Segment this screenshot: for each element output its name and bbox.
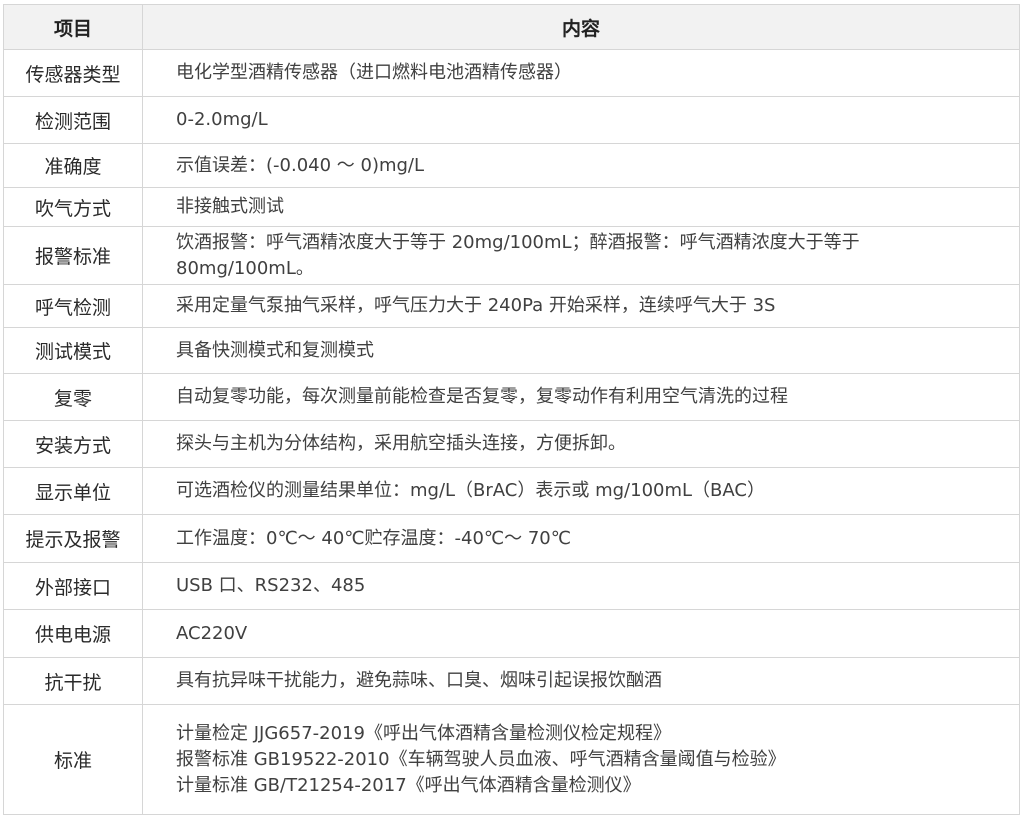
row-content: 饮酒报警：呼气酒精浓度大于等于 20mg/100mL；醉酒报警：呼气酒精浓度大于… [142,226,1020,285]
table-row: 吹气方式 非接触式测试 [3,187,1020,227]
row-item-label: 测试模式 [3,327,143,374]
row-content-line: 非接触式测试 [176,196,284,217]
row-content-line: 计量检定 JJG657-2019《呼出气体酒精含量检测仪检定规程》 [176,722,671,744]
row-content-line: 80mg/100mL。 [176,257,314,279]
row-content-line: 电化学型酒精传感器（进口燃料电池酒精传感器） [176,62,572,83]
row-content-line: 具有抗异味干扰能力，避免蒜味、口臭、烟味引起误报饮酗酒 [176,670,662,691]
table-header-row: 项目 内容 [3,4,1020,50]
row-item-label: 外部接口 [3,562,143,610]
row-content: 计量检定 JJG657-2019《呼出气体酒精含量检测仪检定规程》报警标准 GB… [142,704,1020,815]
table-row: 提示及报警 工作温度：0℃～ 40℃贮存温度：-40℃～ 70℃ [3,514,1020,563]
row-content: USB 口、RS232、485 [142,562,1020,610]
row-content: 探头与主机为分体结构，采用航空插头连接，方便拆卸。 [142,420,1020,468]
row-item-label: 提示及报警 [3,514,143,563]
header-content: 内容 [142,4,1020,50]
row-item-label: 复零 [3,373,143,421]
row-content: 具备快测模式和复测模式 [142,327,1020,374]
row-content: 0-2.0mg/L [142,96,1020,144]
table-row: 抗干扰 具有抗异味干扰能力，避免蒜味、口臭、烟味引起误报饮酗酒 [3,657,1020,705]
row-content: 可选酒检仪的测量结果单位：mg/L（BrAC）表示或 mg/100mL（BAC） [142,467,1020,515]
row-item-label: 报警标准 [3,226,143,285]
row-item-label: 吹气方式 [3,187,143,227]
row-item-label: 供电电源 [3,609,143,658]
row-content-line: USB 口、RS232、485 [176,575,366,596]
table-row: 报警标准 饮酒报警：呼气酒精浓度大于等于 20mg/100mL；醉酒报警：呼气酒精… [3,226,1020,285]
table-row: 复零 自动复零功能，每次测量前能检查是否复零，复零动作有利用空气清洗的过程 [3,373,1020,421]
table-row: 呼气检测 采用定量气泵抽气采样，呼气压力大于 240Pa 开始采样，连续呼气大于 … [3,284,1020,328]
table-row: 检测范围 0-2.0mg/L [3,96,1020,144]
header-item: 项目 [3,4,143,50]
row-item-label: 检测范围 [3,96,143,144]
table-row: 外部接口 USB 口、RS232、485 [3,562,1020,610]
row-item-label: 标准 [3,704,143,815]
table-row: 标准 计量检定 JJG657-2019《呼出气体酒精含量检测仪检定规程》 报警标准 … [3,704,1020,815]
row-content-line: 工作温度：0℃～ 40℃贮存温度：-40℃～ 70℃ [176,527,571,549]
row-content-line: 自动复零功能，每次测量前能检查是否复零，复零动作有利用空气清洗的过程 [176,386,788,407]
row-item-label: 抗干扰 [3,657,143,705]
row-content-line: 饮酒报警：呼气酒精浓度大于等于 20mg/100mL；醉酒报警：呼气酒精浓度大于… [176,231,860,253]
row-content-line: 探头与主机为分体结构，采用航空插头连接，方便拆卸。 [176,433,626,454]
table-row: 测试模式 具备快测模式和复测模式 [3,327,1020,374]
table-row: 准确度 示值误差：(-0.040 ～ 0)mg/L [3,143,1020,188]
table-row: 安装方式 探头与主机为分体结构，采用航空插头连接，方便拆卸。 [3,420,1020,468]
row-content-line: 报警标准 GB19522-2010《车辆驾驶人员血液、呼气酒精含量阈值与检验》 [176,748,786,770]
row-content: 工作温度：0℃～ 40℃贮存温度：-40℃～ 70℃ [142,514,1020,563]
row-content: AC220V [142,609,1020,658]
row-item-label: 准确度 [3,143,143,188]
table-row: 传感器类型 电化学型酒精传感器（进口燃料电池酒精传感器） [3,49,1020,97]
row-content-line: 具备快测模式和复测模式 [176,339,374,361]
row-content: 自动复零功能，每次测量前能检查是否复零，复零动作有利用空气清洗的过程 [142,373,1020,421]
table-row: 供电电源 AC220V [3,609,1020,658]
row-content: 具有抗异味干扰能力，避免蒜味、口臭、烟味引起误报饮酗酒 [142,657,1020,705]
table-row: 显示单位 可选酒检仪的测量结果单位：mg/L（BrAC）表示或 mg/100mL（… [3,467,1020,515]
row-content-line: 0-2.0mg/L [176,109,268,130]
row-item-label: 呼气检测 [3,284,143,328]
row-content: 电化学型酒精传感器（进口燃料电池酒精传感器） [142,49,1020,97]
row-content: 非接触式测试 [142,187,1020,227]
row-item-label: 传感器类型 [3,49,143,97]
table-body: 传感器类型 电化学型酒精传感器（进口燃料电池酒精传感器） 检测范围 0-2.0mg/L… [3,49,1020,815]
row-content: 采用定量气泵抽气采样，呼气压力大于 240Pa 开始采样，连续呼气大于 3S [142,284,1020,328]
row-content-line: 示值误差：(-0.040 ～ 0)mg/L [176,154,425,176]
row-content-line: 采用定量气泵抽气采样，呼气压力大于 240Pa 开始采样，连续呼气大于 3S [176,295,776,316]
row-content-line: 计量标准 GB/T21254-2017《呼出气体酒精含量检测仪》 [176,774,641,796]
spec-table: 项目 内容 传感器类型 电化学型酒精传感器（进口燃料电池酒精传感器） 检测范围 0-2… [3,4,1020,815]
row-item-label: 安装方式 [3,420,143,468]
row-content-line: AC220V [176,622,248,644]
row-item-label: 显示单位 [3,467,143,515]
row-content-line: 可选酒检仪的测量结果单位：mg/L（BrAC）表示或 mg/100mL（BAC） [176,480,765,501]
row-content: 示值误差：(-0.040 ～ 0)mg/L [142,143,1020,188]
